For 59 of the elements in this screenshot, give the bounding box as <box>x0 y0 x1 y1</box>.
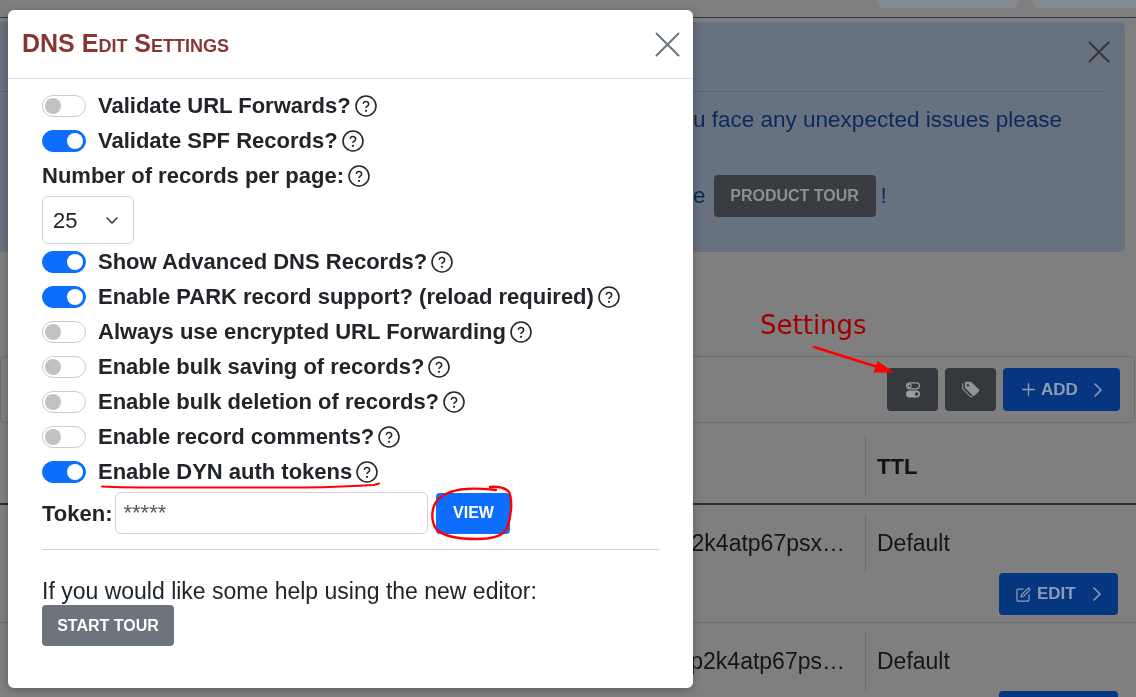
alert-text: e <box>693 182 706 210</box>
chevron-right-icon <box>1092 587 1101 601</box>
help-icon[interactable] <box>597 285 620 308</box>
token-field[interactable]: ***** <box>115 492 429 534</box>
chevron-down-icon <box>106 216 118 224</box>
records-per-page-select[interactable]: 25 <box>42 196 134 244</box>
toggle-switch[interactable] <box>42 460 86 483</box>
plus-icon <box>1022 383 1035 396</box>
help-icon[interactable] <box>347 164 370 187</box>
toggle-switch[interactable] <box>42 425 86 448</box>
view-button[interactable]: VIEW <box>436 492 511 534</box>
setting-label: Validate URL Forwards? <box>98 94 351 117</box>
annotation-label: Settings <box>760 309 867 342</box>
setting-label: Show Advanced DNS Records? <box>98 250 428 273</box>
table-cell-text: Default <box>876 528 950 558</box>
setting-label: Enable bulk deletion of records? <box>98 390 440 413</box>
toggle-switch[interactable] <box>42 94 86 117</box>
edit-icon <box>1016 586 1031 602</box>
alert-text: u face any unexpected issues please <box>693 106 1063 134</box>
add-button[interactable]: ADD <box>1003 368 1120 411</box>
start-tour-button[interactable]: START TOUR <box>42 605 174 646</box>
close-icon[interactable] <box>655 31 680 57</box>
help-icon[interactable] <box>356 460 379 483</box>
table-cell-text: Default <box>876 646 950 676</box>
help-icon[interactable] <box>428 355 451 378</box>
help-text: If you would like some help using the new editor: <box>42 577 538 605</box>
column-header: TTL <box>876 453 918 481</box>
close-icon[interactable] <box>1088 41 1110 63</box>
help-icon[interactable] <box>341 129 364 152</box>
setting-label: Enable record comments? <box>98 425 375 448</box>
toggle-switch[interactable] <box>42 390 86 413</box>
settings-button[interactable] <box>887 368 938 411</box>
tags-button[interactable] <box>945 368 996 411</box>
help-icon[interactable] <box>509 320 532 343</box>
edit-button[interactable]: EDIT <box>999 573 1118 615</box>
setting-label: Enable bulk saving of records? <box>98 355 425 378</box>
token-label: Token: <box>42 499 113 528</box>
setting-label: Always use encrypted URL Forwarding <box>98 320 506 343</box>
chevron-right-icon <box>1093 382 1102 397</box>
help-icon[interactable] <box>354 94 377 117</box>
help-icon[interactable] <box>378 425 401 448</box>
product-tour-button[interactable]: PRODUCT TOUR <box>713 175 876 217</box>
table-cell-text: 2k4atp67psx… <box>691 528 845 558</box>
setting-label: Enable DYN auth tokens <box>98 460 353 483</box>
table-cell-text: p2k4atp67ps… <box>690 646 845 676</box>
tags-icon <box>961 381 980 398</box>
setting-label: Enable PARK record support? (reload required) <box>98 285 594 308</box>
toggle-switch[interactable] <box>42 355 86 378</box>
setting-label: Validate SPF Records? <box>98 129 338 152</box>
toggle-switch[interactable] <box>42 129 86 152</box>
toggle-switch[interactable] <box>42 285 86 308</box>
toggle-switch[interactable] <box>42 250 86 273</box>
dialog-title: DNS Edit Settings <box>22 28 230 60</box>
help-icon[interactable] <box>443 390 466 413</box>
alert-text: ! <box>880 182 887 210</box>
toggles-icon <box>904 381 921 398</box>
toggle-switch[interactable] <box>42 320 86 343</box>
help-icon[interactable] <box>431 250 454 273</box>
setting-label: Number of records per page: <box>42 164 344 187</box>
